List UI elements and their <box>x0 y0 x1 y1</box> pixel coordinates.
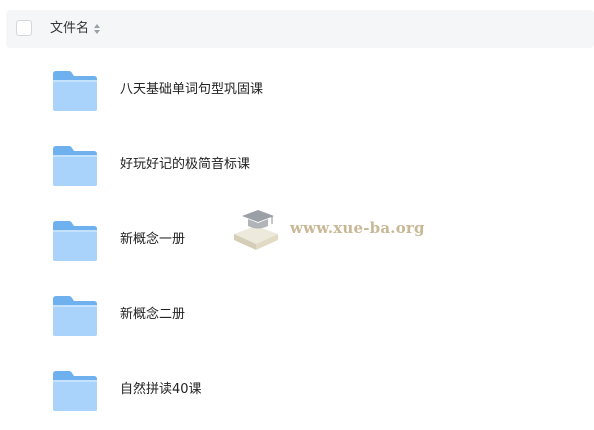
file-name: 新概念二册 <box>120 307 186 322</box>
list-item[interactable]: 八天基础单词句型巩固课 <box>0 48 594 123</box>
file-browser: 文件名 八天基础单词句型巩固课 好玩好记的极简音标课 新概念一册 新概念二册 自… <box>0 0 594 430</box>
sort-icon <box>94 24 101 34</box>
sort-by-filename-header[interactable]: 文件名 <box>50 21 101 37</box>
column-title-filename: 文件名 <box>50 21 90 36</box>
list-item[interactable]: 新概念二册 <box>0 273 594 348</box>
folder-icon <box>53 221 97 261</box>
file-list-header: 文件名 <box>6 10 594 48</box>
folder-icon <box>53 146 97 186</box>
list-item[interactable]: 自然拼读40课 <box>0 348 594 423</box>
select-all-checkbox[interactable] <box>16 20 32 36</box>
folder-icon <box>53 371 97 411</box>
file-name: 新概念一册 <box>120 232 186 247</box>
file-name: 八天基础单词句型巩固课 <box>120 82 264 97</box>
file-name: 自然拼读40课 <box>120 382 202 397</box>
list-item[interactable]: 好玩好记的极简音标课 <box>0 123 594 198</box>
folder-icon <box>53 296 97 336</box>
file-name: 好玩好记的极简音标课 <box>120 157 251 172</box>
list-item[interactable]: 新概念一册 <box>0 198 594 273</box>
folder-icon <box>53 71 97 111</box>
